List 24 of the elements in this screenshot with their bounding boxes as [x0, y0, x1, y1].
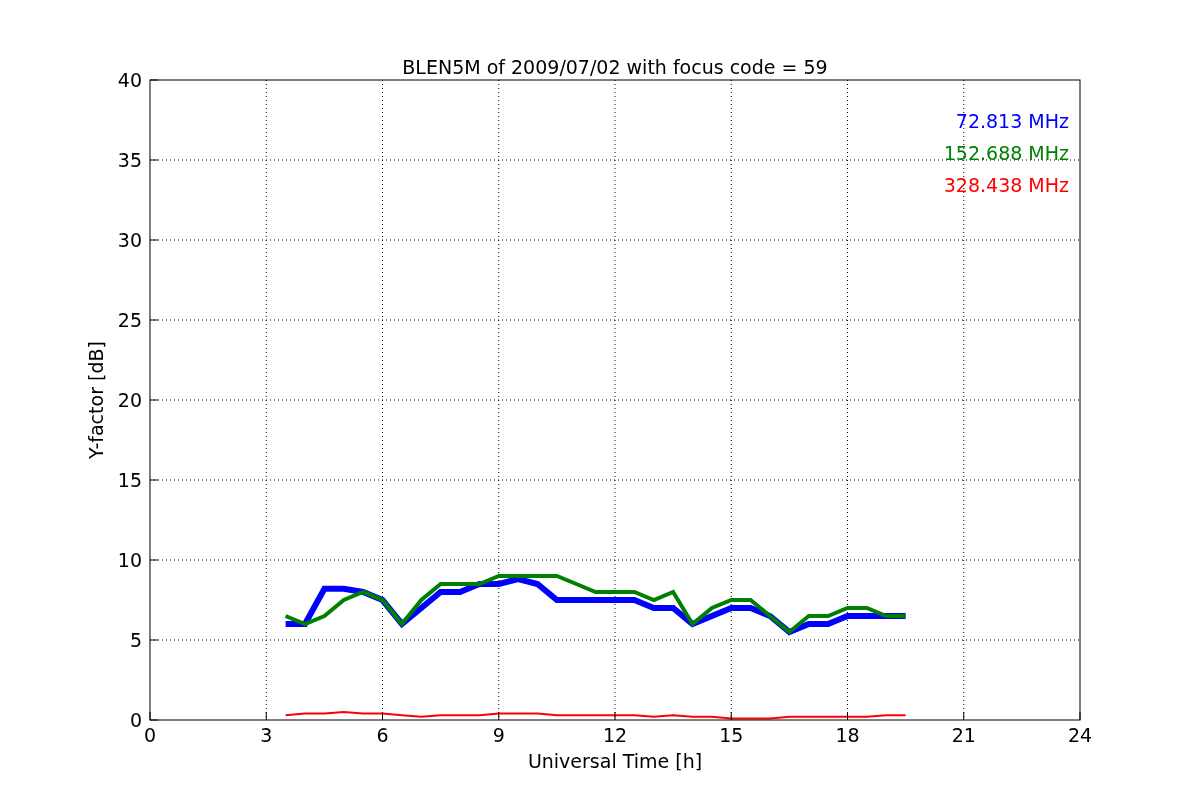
- axis-tick-label: 6: [376, 724, 389, 746]
- axis-tick-label: 5: [129, 629, 142, 651]
- axis-tick-label: 3: [260, 724, 273, 746]
- axis-tick-label: 12: [602, 724, 628, 746]
- axis-tick-label: 9: [492, 724, 505, 746]
- axis-tick-label: 20: [117, 389, 142, 411]
- legend-label: 328.438 MHz: [943, 174, 1069, 196]
- axis-tick-label: 15: [719, 724, 744, 746]
- axis-tick-label: 21: [951, 724, 976, 746]
- axis-tick-label: 30: [117, 229, 142, 251]
- axis-tick-label: 15: [117, 469, 142, 491]
- axis-tick-label: 0: [143, 724, 157, 746]
- axis-tick-label: 40: [117, 69, 142, 91]
- axis-tick-label: 25: [117, 309, 142, 331]
- axis-tick-label: 18: [835, 724, 860, 746]
- legend-label: 152.688 MHz: [943, 142, 1069, 164]
- axis-tick-label: 0: [129, 709, 142, 731]
- y-axis-label: Y-factor [dB]: [85, 341, 107, 459]
- axis-tick-label: 10: [117, 549, 142, 571]
- legend-label: 72.813 MHz: [955, 110, 1069, 132]
- axis-tick-label: 35: [117, 149, 142, 171]
- axis-tick-label: 24: [1067, 724, 1093, 746]
- x-axis-label: Universal Time [h]: [527, 750, 703, 772]
- chart-title: BLEN5M of 2009/07/02 with focus code = 59: [402, 56, 828, 78]
